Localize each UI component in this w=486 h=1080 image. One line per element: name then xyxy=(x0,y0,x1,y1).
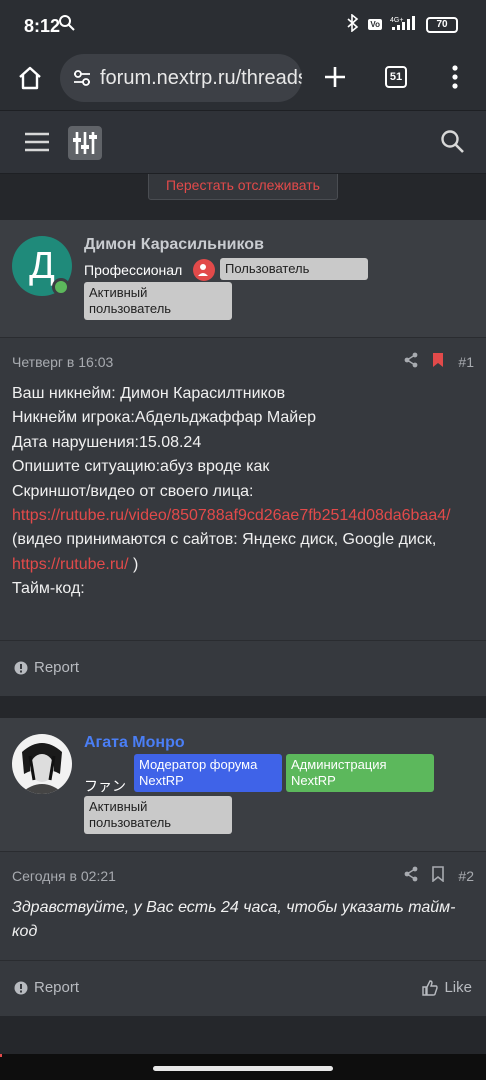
post-author-block: Д Димон Карасильников Профессионал Польз… xyxy=(0,220,486,338)
menu-icon[interactable] xyxy=(24,131,50,158)
page-load-indicator xyxy=(0,1054,2,1057)
admin-badge: Администрация NextRP xyxy=(286,754,434,792)
bookmark-icon[interactable] xyxy=(432,866,445,885)
site-header xyxy=(0,110,486,174)
user-badge: Активный пользователь xyxy=(84,282,232,320)
post-1: Д Димон Карасильников Профессионал Польз… xyxy=(0,220,486,696)
post-footer: Report xyxy=(0,640,486,696)
thumbs-up-icon xyxy=(422,979,439,996)
volte-icon: Vo xyxy=(368,19,382,30)
report-button[interactable]: Report xyxy=(14,659,79,676)
username[interactable]: Димон Карасильников xyxy=(84,236,264,254)
username[interactable]: Агата Монро xyxy=(84,734,185,752)
post-text: ) xyxy=(128,555,139,573)
rutube-link[interactable]: https://rutube.ru/ xyxy=(12,556,129,573)
home-icon[interactable] xyxy=(16,64,44,97)
user-badge: Пользователь xyxy=(220,258,368,280)
new-tab-icon[interactable] xyxy=(322,64,348,95)
post-date[interactable]: Сегодня в 02:21 xyxy=(12,868,116,884)
user-title: Профессионал xyxy=(84,262,183,278)
post-date[interactable]: Четверг в 16:03 xyxy=(12,354,113,370)
bluetooth-icon xyxy=(346,13,360,35)
report-label: Report xyxy=(34,979,80,996)
address-bar[interactable]: forum.nextrp.ru/threads xyxy=(60,54,302,102)
like-button[interactable]: Like xyxy=(422,979,472,996)
search-status-icon xyxy=(58,14,76,37)
post-line: Ваш никнейм: Димон Карасилтников xyxy=(12,385,286,402)
post-body: Здравствуйте, у Вас есть 24 часа, чтобы … xyxy=(12,899,456,941)
user-title: ファン xyxy=(84,778,126,794)
post-number[interactable]: #1 xyxy=(458,354,474,370)
site-logo[interactable] xyxy=(68,126,102,160)
share-icon[interactable] xyxy=(404,352,418,371)
like-label: Like xyxy=(444,979,472,996)
post-2: Агата Монро ファン Модератор форума NextRP … xyxy=(0,718,486,1016)
unwatch-button[interactable]: Перестать отслеживать xyxy=(148,174,338,200)
tab-switcher-button[interactable]: 51 xyxy=(385,66,407,88)
url-text: forum.nextrp.ru/threads xyxy=(100,67,302,89)
clock: 8:12 xyxy=(24,16,61,36)
post-text: (видео принимаются с сайтов: Яндекс диск… xyxy=(12,531,437,549)
user-badge: Активный пользователь xyxy=(84,796,232,834)
avatar[interactable] xyxy=(12,734,72,794)
post-actions: #1 xyxy=(404,352,474,371)
system-nav-bar xyxy=(0,1054,486,1080)
report-icon xyxy=(14,981,28,994)
signal-icon: 4G+ xyxy=(390,15,418,34)
thread-content: Перестать отслеживать Д Димон Карасильни… xyxy=(0,174,486,1080)
post-number[interactable]: #2 xyxy=(458,868,474,884)
moderator-badge: Модератор форума NextRP xyxy=(134,754,282,792)
post-line: Никнейм игрока:Абдельджаффар Майер xyxy=(12,409,317,427)
video-link[interactable]: https://rutube.ru/video/850788af9cd26ae7… xyxy=(12,504,474,528)
report-label: Report xyxy=(34,659,80,676)
post-line: Скриншот/видео от своего лица: xyxy=(12,482,254,500)
search-icon[interactable] xyxy=(440,129,466,160)
report-button[interactable]: Report xyxy=(14,979,79,996)
post-author-block: Агата Монро ファン Модератор форума NextRP … xyxy=(0,718,486,852)
report-icon xyxy=(14,661,28,674)
post-actions: #2 xyxy=(404,866,474,885)
post-line: Дата нарушения:15.08.24 xyxy=(12,433,202,451)
site-settings-icon[interactable] xyxy=(72,69,92,92)
status-bar: 8:12 Vo 4G+ 70 xyxy=(0,0,486,52)
more-menu-icon[interactable] xyxy=(450,64,460,95)
status-icons: Vo 4G+ 70 xyxy=(346,13,458,35)
browser-toolbar: forum.nextrp.ru/threads 51 xyxy=(0,52,486,110)
post-line: (видео принимаются с сайтов: Яндекс диск… xyxy=(12,528,474,577)
post-line: Опишите ситуацию:абуз вроде как xyxy=(12,458,270,476)
share-icon[interactable] xyxy=(404,866,418,885)
home-gesture-bar[interactable] xyxy=(153,1066,333,1071)
post-footer: Report Like xyxy=(0,960,486,1016)
post-body: Ваш никнейм: Димон Карасилтников Никнейм… xyxy=(12,382,474,602)
post-line: Тайм-код: xyxy=(12,580,85,598)
net-label: 4G+ xyxy=(390,17,403,24)
battery-icon: 70 xyxy=(426,16,458,33)
online-status-icon xyxy=(52,278,70,296)
bookmark-icon[interactable] xyxy=(432,352,444,371)
